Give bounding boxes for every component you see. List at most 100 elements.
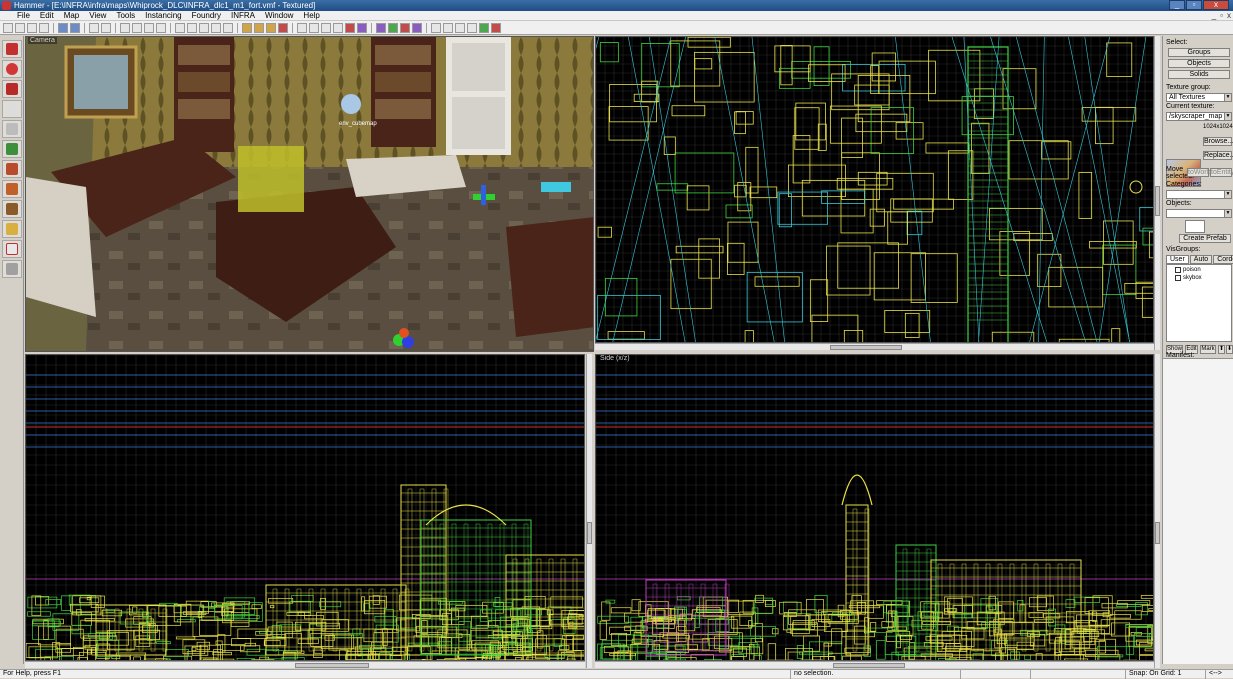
toolbar-button[interactable] (309, 23, 319, 33)
side-viewport-hscroll[interactable] (595, 661, 1154, 668)
scroll-thumb[interactable] (830, 345, 902, 350)
vertex-tool[interactable] (2, 240, 22, 258)
mdi-restore-button[interactable]: ▫ (1220, 11, 1223, 20)
toolbar-button[interactable] (254, 23, 264, 33)
toolbar-button[interactable] (101, 23, 111, 33)
objects-select[interactable]: ▼ (1166, 209, 1232, 218)
toolbar-button[interactable] (357, 23, 367, 33)
toolbar-button[interactable] (479, 23, 489, 33)
clip-tool[interactable] (2, 220, 22, 238)
manifest-list[interactable] (1163, 358, 1233, 664)
scroll-thumb[interactable] (1155, 522, 1160, 544)
toolbar-button[interactable] (132, 23, 142, 33)
scroll-thumb[interactable] (295, 663, 369, 668)
list-item[interactable]: skybox (1175, 275, 1202, 281)
toolbar-button[interactable] (491, 23, 501, 33)
toolbar-button[interactable] (376, 23, 386, 33)
toolbar-button[interactable] (278, 23, 288, 33)
front-viewport-vscroll[interactable] (586, 354, 592, 668)
block-tool[interactable] (2, 120, 22, 138)
list-item[interactable]: poison (1175, 267, 1201, 273)
menu-view[interactable]: View (84, 11, 111, 21)
menu-help[interactable]: Help (298, 11, 324, 21)
toolbar-button[interactable] (345, 23, 355, 33)
menu-foundry[interactable]: Foundry (187, 11, 226, 21)
magnify-tool[interactable] (2, 60, 22, 78)
top-viewport[interactable] (595, 36, 1154, 343)
toolbar-button[interactable] (211, 23, 221, 33)
toolbar-button[interactable] (3, 23, 13, 33)
overlay-tool[interactable] (2, 200, 22, 218)
select-groups-button[interactable]: Groups (1168, 48, 1230, 57)
mdi-minimize-button[interactable]: _ (1212, 11, 1216, 20)
mdi-close-button[interactable]: x (1227, 11, 1231, 20)
toolbar-button[interactable] (388, 23, 398, 33)
toolbar-button[interactable] (70, 23, 80, 33)
tab-auto[interactable]: Auto (1190, 255, 1212, 264)
toolbar-button[interactable] (467, 23, 477, 33)
toolbar-button[interactable] (455, 23, 465, 33)
toolbar-button[interactable] (27, 23, 37, 33)
toolbar-button[interactable] (333, 23, 343, 33)
toolbar-button[interactable] (321, 23, 331, 33)
select-solids-button[interactable]: Solids (1168, 70, 1230, 79)
toolbar-button[interactable] (120, 23, 130, 33)
top-viewport-hscroll[interactable] (595, 343, 1154, 350)
toolbar-button[interactable] (400, 23, 410, 33)
menu-instancing[interactable]: Instancing (140, 11, 186, 21)
select-objects-button[interactable]: Objects (1168, 59, 1230, 68)
mark-button[interactable]: Mark (1200, 345, 1216, 354)
move-up-button[interactable]: ⬆ (1218, 345, 1225, 354)
menu-window[interactable]: Window (260, 11, 298, 21)
close-button[interactable]: x (1203, 0, 1229, 10)
to-entity-button[interactable]: toEntity (1210, 168, 1232, 177)
texture-tool[interactable] (2, 140, 22, 158)
create-prefab-button[interactable]: Create Prefab (1179, 234, 1231, 243)
toolbar-button[interactable] (175, 23, 185, 33)
toolbar-button[interactable] (297, 23, 307, 33)
scroll-thumb[interactable] (1155, 186, 1160, 216)
minimize-button[interactable]: _ (1169, 0, 1185, 10)
selection-tool[interactable] (2, 40, 22, 58)
scroll-thumb[interactable] (587, 522, 592, 544)
front-viewport-hscroll[interactable] (25, 661, 585, 668)
side-viewport[interactable]: Side (x/z) (595, 354, 1154, 661)
toolbar-button[interactable] (266, 23, 276, 33)
toolbar-button[interactable] (156, 23, 166, 33)
current-texture-select[interactable]: /skyscraper_map ▼ (1166, 112, 1232, 121)
toolbar-button[interactable] (144, 23, 154, 33)
tab-user[interactable]: User (1166, 255, 1189, 264)
toolbar-button[interactable] (89, 23, 99, 33)
browse-button[interactable]: Browse... (1203, 137, 1232, 146)
scroll-thumb[interactable] (833, 663, 905, 668)
camera-viewport[interactable]: Camera (25, 36, 594, 352)
replace-button[interactable]: Replace... (1203, 151, 1232, 160)
menu-tools[interactable]: Tools (111, 11, 140, 21)
camera-tool[interactable] (2, 80, 22, 98)
path-tool[interactable] (2, 260, 22, 278)
maximize-button[interactable]: ▫ (1186, 0, 1202, 10)
apply-texture-tool[interactable] (2, 160, 22, 178)
visgroup-checkbox[interactable] (1175, 267, 1181, 273)
menu-edit[interactable]: Edit (35, 11, 59, 21)
toolbar-button[interactable] (412, 23, 422, 33)
toolbar-button[interactable] (187, 23, 197, 33)
texture-group-select[interactable]: All Textures ▼ (1166, 93, 1232, 102)
toolbar-button[interactable] (242, 23, 252, 33)
tab-cordon[interactable]: Cordon (1213, 255, 1233, 264)
toolbar-button[interactable] (431, 23, 441, 33)
toolbar-button[interactable] (199, 23, 209, 33)
toolbar-button[interactable] (223, 23, 233, 33)
menu-map[interactable]: Map (59, 11, 85, 21)
move-down-button[interactable]: ⬇ (1226, 345, 1233, 354)
side-viewport-vscroll[interactable] (1154, 354, 1160, 668)
to-world-button[interactable]: toWorld (1187, 168, 1209, 177)
toolbar-button[interactable] (58, 23, 68, 33)
decal-tool[interactable] (2, 180, 22, 198)
toolbar-button[interactable] (443, 23, 453, 33)
front-viewport[interactable] (25, 354, 585, 661)
top-viewport-vscroll[interactable] (1154, 36, 1160, 350)
categories-select[interactable]: ▼ (1166, 190, 1232, 199)
menu-file[interactable]: File (12, 11, 35, 21)
menu-infra[interactable]: INFRA (226, 11, 260, 21)
